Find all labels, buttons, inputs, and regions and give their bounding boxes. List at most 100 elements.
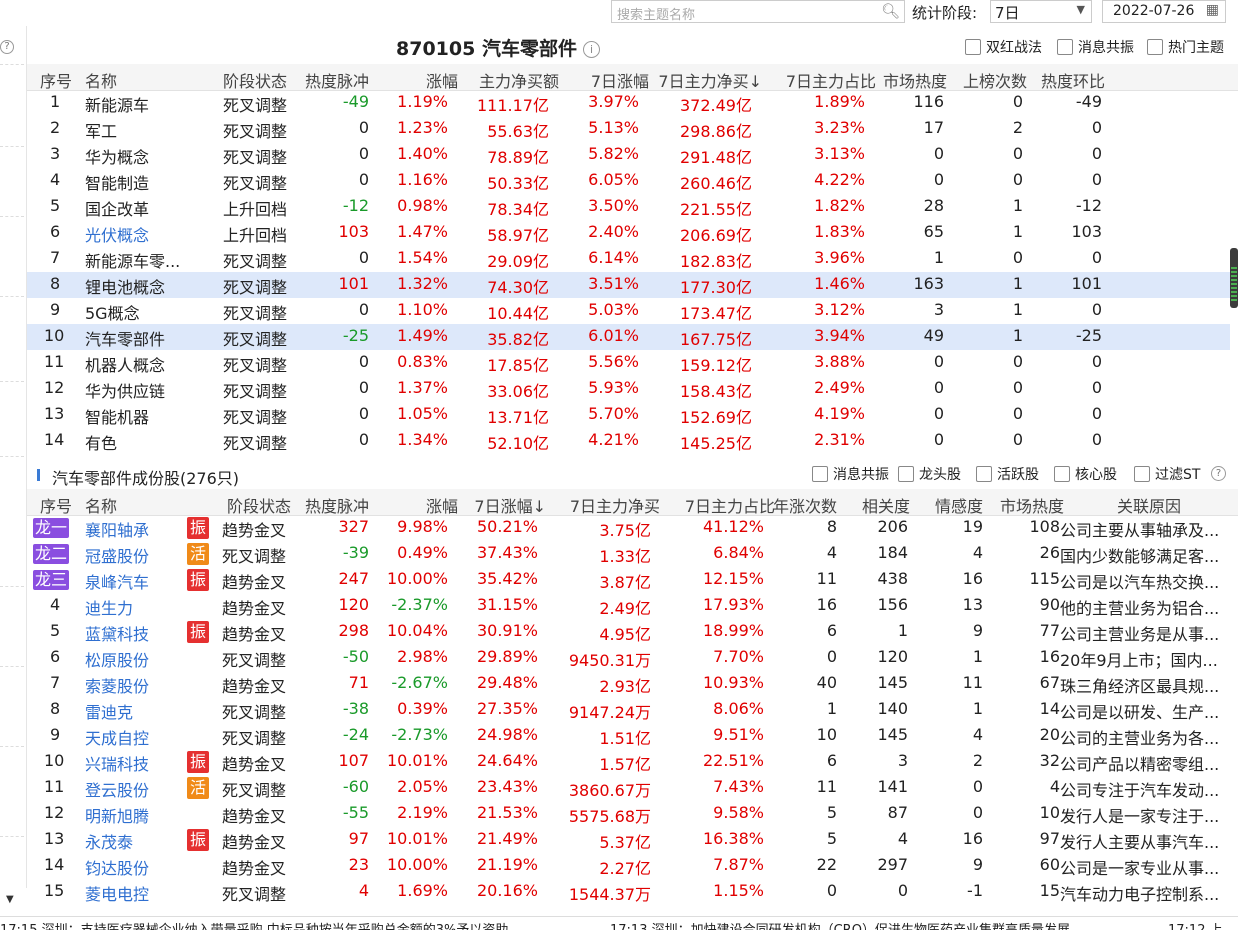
col-header[interactable]: 7日涨幅↓ <box>474 493 546 517</box>
col-header[interactable]: 阶段状态 <box>227 493 291 517</box>
table-row[interactable]: 龙二 冠盛股份 活死叉调整 -39 0.49% 37.43% 1.33亿 6.84% 4 184 4… <box>27 541 1230 567</box>
col-header[interactable]: 年涨次数 <box>773 493 837 517</box>
filter-news-checkbox[interactable]: 消息共振 <box>1057 37 1134 57</box>
col-header[interactable]: 阶段状态 <box>223 68 287 92</box>
table-row[interactable]: 15 菱电电控 死叉调整 4 1.69% 20.16% 1544.37万 1.15% 0 0 -1 1… <box>27 879 1230 905</box>
stock-name-link[interactable]: 迪生力 <box>85 595 133 619</box>
col-header[interactable]: 名称 <box>85 68 117 92</box>
stock-name-link[interactable]: 雷迪克 <box>85 699 133 723</box>
reason-text[interactable]: 发行人是一家专注于... <box>1060 803 1219 827</box>
theme-name-link[interactable]: 国企改革 <box>85 196 149 220</box>
col-header[interactable]: 相关度 <box>862 493 910 517</box>
table-row[interactable]: 11 机器人概念 死叉调整 0 0.83% 17.85亿 5.56% 159.12亿 3.88%… <box>27 350 1230 376</box>
table-row[interactable]: 8 锂电池概念 死叉调整 101 1.32% 74.30亿 3.51% 177.30亿 1.46… <box>27 272 1230 298</box>
table-row[interactable]: 14 有色 死叉调整 0 1.34% 52.10亿 4.21% 145.25亿 2.31% 0 0 0 <box>27 428 1230 454</box>
col-header[interactable]: 热度环比 <box>1041 68 1105 92</box>
col-header[interactable]: 7日主力占比 <box>786 68 876 92</box>
theme-name-link[interactable]: 华为供应链 <box>85 378 165 402</box>
table-row[interactable]: 7 索菱股份 趋势金叉 71 -2.67% 29.48% 2.93亿 10.93% 40 145 1… <box>27 671 1230 697</box>
calendar-icon[interactable]: ▦ <box>1206 2 1219 18</box>
stock-name-link[interactable]: 泉峰汽车 <box>85 569 149 593</box>
col-header[interactable]: 7日主力占比 <box>685 493 775 517</box>
theme-name-link[interactable]: 华为概念 <box>85 144 149 168</box>
stock-name-link[interactable]: 登云股份 <box>85 777 149 801</box>
table-row[interactable]: 1 新能源车 死叉调整 -49 1.19% 111.17亿 3.97% 372.49亿 1.89… <box>27 90 1230 116</box>
table-row[interactable]: 7 新能源车零... 死叉调整 0 1.54% 29.09亿 6.14% 182.83亿 3.9… <box>27 246 1230 272</box>
col-header[interactable]: 情感度 <box>935 493 983 517</box>
table-row[interactable]: 13 智能机器 死叉调整 0 1.05% 13.71亿 5.70% 152.69亿 4.19% 0… <box>27 402 1230 428</box>
theme-name-link[interactable]: 军工 <box>85 118 117 142</box>
stock-name-link[interactable]: 钧达股份 <box>85 855 149 879</box>
reason-text[interactable]: 汽车动力电子控制系... <box>1060 881 1219 905</box>
reason-text[interactable]: 公司的主营业务为各... <box>1060 725 1219 749</box>
table-row[interactable]: 5 蓝黛科技 振趋势金叉 298 10.04% 30.91% 4.95亿 18.99% 6 1 9 7… <box>27 619 1230 645</box>
search-icon[interactable]: 🔍︎ <box>881 2 900 20</box>
stock-name-link[interactable]: 永茂泰 <box>85 829 133 853</box>
filter-news-resonance-checkbox[interactable]: 消息共振 <box>812 464 889 484</box>
table-row[interactable]: 12 华为供应链 死叉调整 0 1.37% 33.06亿 5.93% 158.43亿 2.49%… <box>27 376 1230 402</box>
help-icon[interactable]: ? <box>1211 466 1226 481</box>
theme-name-link[interactable]: 新能源车零... <box>85 248 180 272</box>
caret-down-icon[interactable]: ▼ <box>6 894 14 905</box>
stock-name-link[interactable]: 菱电电控 <box>85 881 149 905</box>
table-row[interactable]: 11 登云股份 活死叉调整 -60 2.05% 23.43% 3860.67万 7.43% 11… <box>27 775 1230 801</box>
col-header[interactable]: 主力净买额 <box>479 68 559 92</box>
table-row[interactable]: 4 迪生力 趋势金叉 120 -2.37% 31.15% 2.49亿 17.93% 16 156 1… <box>27 593 1230 619</box>
table-row[interactable]: 龙一 襄阳轴承 振趋势金叉 327 9.98% 50.21% 3.75亿 41.12% 8 206… <box>27 515 1230 541</box>
col-header[interactable]: 热度脉冲 <box>305 68 369 92</box>
stock-name-link[interactable]: 索菱股份 <box>85 673 149 697</box>
filter-st-checkbox[interactable]: 过滤ST <box>1134 464 1200 484</box>
stock-name-link[interactable]: 蓝黛科技 <box>85 621 149 645</box>
col-header[interactable]: 市场热度 <box>1000 493 1064 517</box>
col-header[interactable]: 名称 <box>85 493 117 517</box>
theme-name-link[interactable]: 智能制造 <box>85 170 149 194</box>
stock-name-link[interactable]: 兴瑞科技 <box>85 751 149 775</box>
filter-hot-theme-checkbox[interactable]: 热门主题 <box>1147 37 1224 57</box>
col-header[interactable]: 热度脉冲 <box>305 493 369 517</box>
table-row[interactable]: 5 国企改革 上升回档 -12 0.98% 78.34亿 3.50% 221.55亿 1.82%… <box>27 194 1230 220</box>
reason-text[interactable]: 20年9月上市；国内... <box>1060 647 1218 671</box>
table-row[interactable]: 6 光伏概念 上升回档 103 1.47% 58.97亿 2.40% 206.69亿 1.83%… <box>27 220 1230 246</box>
table-row[interactable]: 龙三 泉峰汽车 振趋势金叉 247 10.00% 35.42% 3.87亿 12.15% 11 4… <box>27 567 1230 593</box>
col-header[interactable]: 涨幅 <box>426 493 458 517</box>
reason-text[interactable]: 公司产品以精密零组... <box>1060 751 1219 775</box>
table-row[interactable]: 6 松原股份 死叉调整 -50 2.98% 29.89% 9450.31万 7.70% 0 120… <box>27 645 1230 671</box>
help-icon[interactable]: ? <box>0 40 14 54</box>
reason-text[interactable]: 公司是一家专业从事... <box>1060 855 1219 879</box>
table-row[interactable]: 8 雷迪克 死叉调整 -38 0.39% 27.35% 9147.24万 8.06% 1 140 1… <box>27 697 1230 723</box>
theme-table-scrollbar[interactable] <box>1230 92 1238 456</box>
theme-search-input[interactable]: 搜索主题名称 🔍︎ <box>611 0 905 23</box>
reason-text[interactable]: 公司专注于汽车发动... <box>1060 777 1219 801</box>
theme-name-link[interactable]: 光伏概念 <box>85 222 149 246</box>
table-row[interactable]: 13 永茂泰 振趋势金叉 97 10.01% 21.49% 5.37亿 16.38% 5 4 16 9… <box>27 827 1230 853</box>
col-header[interactable]: 上榜次数 <box>963 68 1027 92</box>
reason-text[interactable]: 他的主营业务为铝合... <box>1060 595 1219 619</box>
table-row[interactable]: 10 汽车零部件 死叉调整 -25 1.49% 35.82亿 6.01% 167.75亿 3.9… <box>27 324 1230 350</box>
theme-name-link[interactable]: 机器人概念 <box>85 352 165 376</box>
stock-name-link[interactable]: 天成自控 <box>85 725 149 749</box>
ticker-item[interactable]: 17:13 深圳：加快建设合同研发机构（CRO）促进生物医药产业集群高质量发展 <box>610 919 1070 930</box>
theme-name-link[interactable]: 汽车零部件 <box>85 326 165 350</box>
col-header[interactable]: 涨幅 <box>426 68 458 92</box>
stock-name-link[interactable]: 襄阳轴承 <box>85 517 149 541</box>
news-ticker[interactable]: 17:15 深圳：支持医疗器械企业纳入带量采购 中标品种按当年采购总金额的3%予… <box>0 916 1238 930</box>
reason-text[interactable]: 公司主营业务是从事... <box>1060 621 1219 645</box>
reason-text[interactable]: 珠三角经济区最具规... <box>1060 673 1219 697</box>
table-row[interactable]: 9 5G概念 死叉调整 0 1.10% 10.44亿 5.03% 173.47亿 3.12% 3 1… <box>27 298 1230 324</box>
table-row[interactable]: 10 兴瑞科技振趋势金叉 107 10.01% 24.64% 1.57亿 22.51% 6 3 2… <box>27 749 1230 775</box>
filter-shuanghong-checkbox[interactable]: 双红战法 <box>965 37 1042 57</box>
col-header[interactable]: 序号 <box>40 68 72 92</box>
theme-name-link[interactable]: 5G概念 <box>85 300 140 324</box>
col-header[interactable]: 市场热度 <box>883 68 947 92</box>
table-row[interactable]: 2 军工 死叉调整 0 1.23% 55.63亿 5.13% 298.86亿 3.23% 17 2 0 <box>27 116 1230 142</box>
table-row[interactable]: 9 天成自控 死叉调整 -24 -2.73% 24.98% 1.51亿 9.51% 10 145 4… <box>27 723 1230 749</box>
col-header[interactable]: 7日涨幅 <box>591 68 649 92</box>
col-header[interactable]: 7日主力净买↓ <box>658 68 762 92</box>
reason-text[interactable]: 公司主要从事轴承及... <box>1060 517 1219 541</box>
table-row[interactable]: 4 智能制造 死叉调整 0 1.16% 50.33亿 6.05% 260.46亿 4.22% 0 0… <box>27 168 1230 194</box>
theme-name-link[interactable]: 智能机器 <box>85 404 149 428</box>
col-header[interactable]: 关联原因 <box>1117 493 1181 517</box>
stock-name-link[interactable]: 松原股份 <box>85 647 149 671</box>
reason-text[interactable]: 发行人主要从事汽车... <box>1060 829 1219 853</box>
table-row[interactable]: 14 钧达股份 趋势金叉 23 10.00% 21.19% 2.27亿 7.87% 22 297 9… <box>27 853 1230 879</box>
